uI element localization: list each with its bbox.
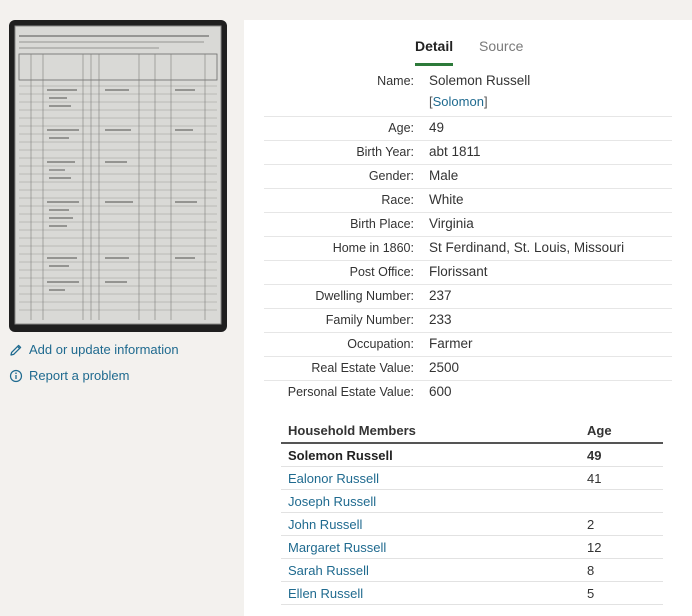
- add-update-information-link[interactable]: Add or update information: [9, 342, 179, 357]
- left-column: Add or update information Report a probl…: [0, 0, 244, 616]
- report-problem-label: Report a problem: [29, 368, 130, 383]
- household-member-age: 12: [587, 540, 602, 555]
- field-value: abt 1811: [429, 144, 481, 159]
- household-table-header: Household Members Age: [281, 420, 663, 444]
- field-label: Occupation:: [347, 337, 414, 351]
- tab-source[interactable]: Source: [479, 38, 523, 63]
- household-member-link[interactable]: Joseph Russell: [288, 494, 376, 509]
- record-details: Name: Solemon Russell [Solomon] Age: 49 …: [264, 70, 672, 404]
- add-update-information-label: Add or update information: [29, 342, 179, 357]
- household-row: Ellen Russell 5: [281, 582, 663, 605]
- field-value: 237: [429, 288, 452, 303]
- field-row-family-number: Family Number: 233: [264, 309, 672, 333]
- household-row: John Russell 2: [281, 513, 663, 536]
- field-row-dwelling-number: Dwelling Number: 237: [264, 285, 672, 309]
- household-row: Joseph Russell: [281, 490, 663, 513]
- household-member-link[interactable]: John Russell: [288, 517, 362, 532]
- alternate-name: [Solomon]: [429, 94, 488, 109]
- field-row-post-office: Post Office: Florissant: [264, 261, 672, 285]
- census-record-image[interactable]: [9, 20, 227, 332]
- field-value-name: Solemon Russell: [429, 73, 531, 88]
- field-label: Personal Estate Value:: [287, 385, 414, 399]
- info-circle-icon: [9, 369, 23, 383]
- record-detail-panel: Detail Source Name: Solemon Russell [Sol…: [244, 20, 692, 616]
- field-value: 600: [429, 384, 452, 399]
- alternate-name-link[interactable]: Solomon: [433, 94, 484, 109]
- report-problem-link[interactable]: Report a problem: [9, 368, 129, 383]
- household-member-age: 5: [587, 586, 595, 601]
- field-value: Florissant: [429, 264, 488, 279]
- field-row-age: Age: 49: [264, 117, 672, 141]
- field-label: Gender:: [368, 169, 414, 183]
- household-member-link[interactable]: Margaret Russell: [288, 540, 386, 555]
- household-members-header: Household Members: [288, 423, 416, 438]
- field-row-personal-estate-value: Personal Estate Value: 600: [264, 381, 672, 404]
- household-member-age: 41: [587, 471, 602, 486]
- field-row-gender: Gender: Male: [264, 165, 672, 189]
- household-member-link[interactable]: Ellen Russell: [288, 586, 363, 601]
- field-value: White: [429, 192, 464, 207]
- field-row-name: Name: Solemon Russell [Solomon]: [264, 70, 672, 117]
- field-label: Dwelling Number:: [315, 289, 414, 303]
- field-label: Race:: [381, 193, 414, 207]
- household-row: Solemon Russell 49: [281, 444, 663, 467]
- field-row-real-estate-value: Real Estate Value: 2500: [264, 357, 672, 381]
- household-row: Margaret Russell 12: [281, 536, 663, 559]
- pencil-icon: [9, 343, 23, 357]
- household-member-link[interactable]: Sarah Russell: [288, 563, 369, 578]
- household-member-name: Solemon Russell: [288, 448, 393, 463]
- field-label: Home in 1860:: [332, 241, 414, 255]
- field-row-home-1860: Home in 1860: St Ferdinand, St. Louis, M…: [264, 237, 672, 261]
- field-row-race: Race: White: [264, 189, 672, 213]
- field-value: 49: [429, 120, 445, 135]
- field-label: Age:: [388, 121, 414, 135]
- field-value: 233: [429, 312, 452, 327]
- field-label: Birth Year:: [356, 145, 414, 159]
- field-label: Real Estate Value:: [311, 361, 414, 375]
- household-members-table: Household Members Age Solemon Russell 49…: [281, 420, 663, 605]
- field-label: Name:: [377, 74, 414, 88]
- household-member-age: 8: [587, 563, 595, 578]
- field-row-occupation: Occupation: Farmer: [264, 333, 672, 357]
- field-label: Post Office:: [349, 265, 414, 279]
- field-label: Birth Place:: [350, 217, 414, 231]
- household-member-age: 49: [587, 448, 602, 463]
- field-value: Farmer: [429, 336, 473, 351]
- age-column-header: Age: [587, 423, 612, 438]
- field-label: Family Number:: [325, 313, 414, 327]
- household-member-age: 2: [587, 517, 595, 532]
- field-row-birth-place: Birth Place: Virginia: [264, 213, 672, 237]
- tab-detail[interactable]: Detail: [415, 38, 454, 66]
- field-value: St Ferdinand, St. Louis, Missouri: [429, 240, 625, 255]
- household-member-link[interactable]: Ealonor Russell: [288, 471, 379, 486]
- household-row: Ealonor Russell 41: [281, 467, 663, 490]
- field-value: Male: [429, 168, 459, 183]
- household-row: Sarah Russell 8: [281, 559, 663, 582]
- detail-tabs: Detail Source: [244, 38, 692, 70]
- field-value: Virginia: [429, 216, 474, 231]
- field-row-birth-year: Birth Year: abt 1811: [264, 141, 672, 165]
- census-page-scan: [14, 25, 222, 325]
- field-value: 2500: [429, 360, 460, 375]
